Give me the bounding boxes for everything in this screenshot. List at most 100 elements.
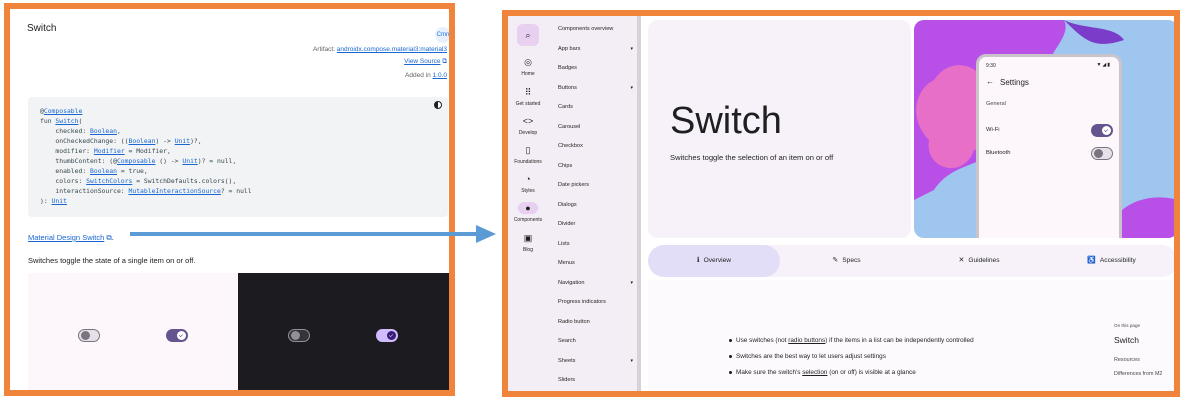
nav-item-chips[interactable]: Chips bbox=[558, 163, 633, 169]
tab-label: Guidelines bbox=[968, 257, 1000, 264]
blog-icon: ▣ bbox=[523, 233, 533, 243]
check-icon bbox=[1103, 127, 1109, 133]
nav-item-components-overview[interactable]: Components overview bbox=[558, 26, 633, 32]
bullet-text: Make sure the switch's bbox=[736, 369, 803, 376]
nav-item-divider[interactable]: Divider bbox=[558, 221, 633, 227]
nav-item-carousel[interactable]: Carousel bbox=[558, 124, 633, 130]
switch-thumb bbox=[1102, 126, 1111, 135]
nav-item-dialogs[interactable]: Dialogs bbox=[558, 202, 633, 208]
rail-item-label: Blog bbox=[522, 247, 533, 253]
code-link[interactable]: MutableInteractionSource bbox=[129, 187, 221, 195]
code-link[interactable]: Boolean bbox=[90, 167, 117, 175]
palette-icon: ◔ bbox=[525, 174, 531, 184]
tab-specs[interactable]: ✎ Specs bbox=[781, 245, 913, 277]
chevron-down-icon[interactable]: ▾ bbox=[630, 358, 633, 364]
code-link[interactable]: Unit bbox=[182, 157, 197, 165]
nav-item-cards[interactable]: Cards bbox=[558, 104, 633, 110]
view-source-label[interactable]: View Source bbox=[404, 58, 440, 65]
switch-off-dark[interactable] bbox=[288, 329, 310, 342]
selection-link[interactable]: selection bbox=[802, 369, 827, 376]
code-link[interactable]: Composable bbox=[44, 107, 82, 115]
chevron-down-icon[interactable]: ▾ bbox=[630, 46, 633, 52]
components-icon: ● bbox=[518, 202, 538, 214]
code-text: ): bbox=[40, 197, 52, 205]
toc-title[interactable]: Switch bbox=[1114, 335, 1139, 345]
rail-item-components[interactable]: ● Components bbox=[508, 202, 548, 223]
rail-item-label: Home bbox=[521, 71, 535, 77]
page-title: Switch bbox=[27, 23, 57, 34]
nav-item-search[interactable]: Search bbox=[558, 338, 633, 344]
nav-item-label: Dialogs bbox=[558, 201, 577, 208]
phone-settings-title: Settings bbox=[1000, 78, 1029, 87]
code-line: enabled: Boolean = true, bbox=[40, 167, 436, 177]
nav-item-sheets[interactable]: Sheets ▾ bbox=[558, 358, 633, 364]
switch-off-light[interactable] bbox=[78, 329, 100, 342]
rail-item-blog[interactable]: ▣ Blog bbox=[508, 232, 548, 253]
book-icon: ▯ bbox=[525, 145, 531, 155]
code-line: modifier: Modifier = Modifier, bbox=[40, 147, 436, 157]
nav-item-buttons[interactable]: Buttons ▾ bbox=[558, 85, 633, 91]
nav-item-app-bars[interactable]: App bars ▾ bbox=[558, 46, 633, 52]
code-link[interactable]: SwitchColors bbox=[86, 177, 132, 185]
added-label: Added in bbox=[405, 72, 431, 79]
nav-item-label: Components overview bbox=[558, 26, 614, 32]
view-source-link[interactable]: View Source ⧉ bbox=[404, 58, 447, 66]
code-text: ? = null bbox=[220, 187, 252, 195]
artifact-link[interactable]: androidx.compose.material3:material3 bbox=[337, 46, 447, 53]
switch-thumb bbox=[1094, 149, 1103, 158]
code-link[interactable]: Unit bbox=[52, 197, 67, 205]
phone-time: 9:30 bbox=[986, 63, 996, 69]
code-text: interactionSource: bbox=[40, 187, 129, 195]
nav-item-date-pickers[interactable]: Date pickers bbox=[558, 182, 633, 188]
code-text: onCheckedChange: (( bbox=[40, 137, 129, 145]
toc-item-resources[interactable]: Resources bbox=[1114, 357, 1164, 364]
tab-overview[interactable]: ℹ Overview bbox=[648, 245, 780, 277]
search-icon[interactable]: ⌕ bbox=[517, 24, 539, 46]
code-link[interactable]: Switch bbox=[55, 117, 78, 125]
nav-item-label: Date pickers bbox=[558, 182, 590, 188]
navigation-rail: ⌕ ◎ Home ⠿ Get started <> Develop ▯ Foundations… bbox=[508, 16, 548, 391]
rail-item-styles[interactable]: ◔ Styles bbox=[508, 173, 548, 194]
code-icon: <> bbox=[522, 116, 534, 126]
artifact-label: Artifact: bbox=[312, 46, 335, 53]
scrollbar[interactable] bbox=[637, 16, 641, 391]
material-design-link-label[interactable]: Material Design Switch bbox=[28, 233, 104, 242]
nav-item-radio-button[interactable]: Radio button bbox=[558, 319, 633, 325]
rail-item-label: Get started bbox=[515, 101, 541, 107]
radio-buttons-link[interactable]: radio buttons bbox=[788, 337, 825, 344]
nav-item-menus[interactable]: Menus bbox=[558, 260, 633, 266]
added-version-link[interactable]: 1.0.0 bbox=[433, 72, 447, 79]
code-text: checked: bbox=[40, 127, 91, 135]
rail-item-foundations[interactable]: ▯ Foundations bbox=[508, 144, 548, 165]
material-design-link[interactable]: Material Design Switch ⧉. bbox=[28, 233, 114, 243]
rail-item-get-started[interactable]: ⠿ Get started bbox=[508, 86, 548, 107]
code-link[interactable]: Modifier bbox=[94, 147, 125, 155]
accessibility-icon: ♿ bbox=[1087, 257, 1096, 264]
phone-mockup: 9:30 ▼◢▮ ← Settings General Wi-Fi Blueto… bbox=[976, 54, 1122, 238]
code-link[interactable]: Unit bbox=[175, 137, 190, 145]
code-link[interactable]: Composable bbox=[117, 157, 155, 165]
nav-item-progress-indicators[interactable]: Progress indicators bbox=[558, 299, 633, 305]
tab-accessibility[interactable]: ♿ Accessibility bbox=[1046, 245, 1175, 277]
rail-item-develop[interactable]: <> Develop bbox=[508, 115, 548, 136]
theme-toggle-icon[interactable] bbox=[434, 101, 442, 109]
code-link[interactable]: Boolean bbox=[90, 127, 117, 135]
chevron-down-icon[interactable]: ▾ bbox=[630, 280, 633, 286]
rail-item-home[interactable]: ◎ Home bbox=[508, 56, 548, 77]
nav-item-badges[interactable]: Badges bbox=[558, 65, 633, 71]
toc-item-differences[interactable]: Differences from M2 bbox=[1114, 371, 1164, 378]
nav-item-lists[interactable]: Lists bbox=[558, 241, 633, 247]
right-site-panel: ⌕ ◎ Home ⠿ Get started <> Develop ▯ Foundations… bbox=[502, 10, 1180, 397]
nav-item-label: Buttons bbox=[558, 84, 577, 91]
tab-guidelines[interactable]: ✕ Guidelines bbox=[913, 245, 1045, 277]
component-nav: Components overview App bars ▾ Badges Button… bbox=[548, 16, 640, 391]
code-link[interactable]: Boolean bbox=[129, 137, 156, 145]
nav-item-navigation[interactable]: Navigation ▾ bbox=[558, 280, 633, 286]
switch-on-dark[interactable] bbox=[376, 329, 398, 342]
nav-item-checkbox[interactable]: Checkbox bbox=[558, 143, 633, 149]
switch-on-light[interactable] bbox=[166, 329, 188, 342]
nav-item-sliders[interactable]: Sliders bbox=[558, 377, 633, 383]
check-icon bbox=[388, 332, 394, 338]
chevron-down-icon[interactable]: ▾ bbox=[630, 85, 633, 91]
bullet-text: ) if the items in a list can be independ… bbox=[825, 337, 974, 344]
